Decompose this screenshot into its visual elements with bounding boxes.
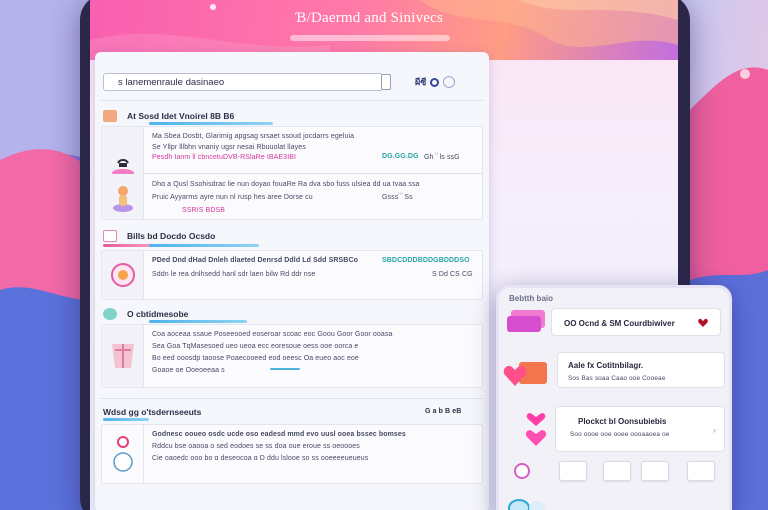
tile-button[interactable] xyxy=(641,461,669,481)
list-item[interactable]: Ma Sbea Dosbt, Glarimig apgsag srsaet ss… xyxy=(101,126,483,220)
figure-icon xyxy=(112,185,133,212)
row-title: Coa aoceaa ssaue Poseeooed eoseroar scoa… xyxy=(152,331,393,338)
row-badge: DG.GG.DG xyxy=(382,153,419,160)
phone-card-sub: Sos Bas soaa Caao ooe Cooeae xyxy=(568,375,666,382)
section-progress xyxy=(149,320,247,323)
gift-icon xyxy=(111,344,134,368)
chevron-right-icon[interactable]: › xyxy=(713,425,716,435)
search-input-value: s lanemenraule dasinaeo xyxy=(118,76,225,88)
row-title: Dhɑ a Qusl Ssohisdrac lie nun doyao foua… xyxy=(152,181,420,188)
search-input[interactable]: s lanemenraule dasinaeo xyxy=(103,73,383,91)
row-subtitle: Se Yllpr lllbhn vnaniy ugsr nesai Rbuuol… xyxy=(152,144,306,151)
app-subtitle-bar xyxy=(290,35,450,41)
record-icon[interactable] xyxy=(513,462,531,480)
section-title: Bills bd Docdo Ocsdo xyxy=(127,231,216,241)
phone-card-title: Plockct bl Oonsubiebis xyxy=(578,417,667,426)
badge-icon xyxy=(110,263,135,287)
row-footer: Goaoe oe Ooeoeeaa s xyxy=(152,367,225,374)
row-subtitle: Pruic Ayyarms ayre nun nl rusp hes aree … xyxy=(152,194,313,201)
row-meta: Bo eed ooosdp taoose Poaecooeed eod oees… xyxy=(152,355,359,362)
divider xyxy=(101,100,483,101)
list-item[interactable]: PDed Dnd dHad Dnleh dlaeted Denrsd Ddld … xyxy=(101,250,483,300)
settings-icon[interactable] xyxy=(443,76,456,88)
tile-button[interactable] xyxy=(687,461,715,481)
phone-label: Bebtth baio xyxy=(509,294,553,303)
bubble-icon xyxy=(508,499,545,510)
content-panel: s lanemenraule dasinaeo ผีซี At Sosd Ide… xyxy=(95,52,489,510)
tools-label[interactable]: ผีซี xyxy=(415,75,426,89)
tile-button[interactable] xyxy=(559,461,587,481)
row-indicator xyxy=(270,368,300,370)
phone-card-sub: Soo oooe ooe ooee oooaaoea oe xyxy=(570,431,670,438)
app-title: Ɓ/Daermd and Sinivecs xyxy=(295,10,444,26)
row-subtitle: Sea Goa TqMasesoed ueo ueoa ecc eoresoue… xyxy=(152,343,359,350)
heart-stack-icon xyxy=(525,413,547,446)
heart-icon[interactable] xyxy=(698,318,708,328)
row-badge: SBDCDDDBDDGBDDDSO xyxy=(382,257,470,264)
row-title: Godnesc ooueo osdc ucde oso eadesd mmd e… xyxy=(152,431,406,438)
section-meta: G a b B eB xyxy=(425,408,462,415)
section-progress xyxy=(103,418,149,421)
row-meta: SSRIS BDSB xyxy=(182,207,226,214)
list-item[interactable]: Godnesc ooueo osdc ucde oso eadesd mmd e… xyxy=(101,424,483,484)
hearts-icon xyxy=(503,362,547,386)
alert-icon xyxy=(112,436,133,472)
section-progress xyxy=(149,244,259,247)
row-thumbnail xyxy=(102,174,144,219)
row-meta: Pesdh Ianm ll cbncetuDVB-RSlaRe IBAE3IBI xyxy=(152,154,297,161)
row-title: Ma Sbea Dosbt, Glarimig apgsag srsaet ss… xyxy=(152,133,355,140)
filter-icon[interactable] xyxy=(430,77,440,87)
row-thumbnail xyxy=(102,325,144,387)
row-thumbnail xyxy=(102,425,144,483)
people-icon xyxy=(103,308,117,320)
row-title: PDed Dnd dHad Dnleh dlaeted Denrsd Ddld … xyxy=(152,257,358,264)
row-meta: Cie oaoedc ooo bo ɑ deseocoa ɑ D ddu lsl… xyxy=(152,455,369,462)
section-title: O cbtidmesobe xyxy=(127,309,189,319)
search-bar: s lanemenraule dasinaeo ผีซี xyxy=(103,72,483,92)
divider xyxy=(101,398,483,399)
section-title: Wdsd gg o'tsdernseeuts xyxy=(103,407,202,417)
list-item[interactable]: Coa aoceaa ssaue Poseeooed eoseroar scoa… xyxy=(101,324,483,388)
phone-card[interactable]: OO Ocnd & SM Courdbiwiver xyxy=(551,308,721,336)
phone-card[interactable]: Plockct bl Oonsubiebis Soo oooe ooe ooee… xyxy=(555,406,725,452)
section-header: Bills bd Docdo Ocsdo xyxy=(103,228,215,244)
section-title: At Sosd Idet Vnoirel 8B B6 xyxy=(127,111,235,121)
row-trail: Gh ꙶ ꙶ ls ssG xyxy=(424,154,460,161)
row-trail: Gsssꙶ ꙶ ꙶ Ss xyxy=(382,194,413,201)
search-tools: ผีซี xyxy=(415,75,456,89)
phone-card[interactable]: Aale fx Cotitnbilagr. Sos Bas soaa Caao … xyxy=(557,352,725,388)
sparkle-icon xyxy=(210,4,216,10)
ticket-icon xyxy=(507,310,545,332)
row-subtitle: Sddn le rea dnlhsedd hanl sdr laen bilw … xyxy=(152,271,316,278)
section-progress xyxy=(149,122,273,125)
phone-mockup: Bebtth baio OO Ocnd & SM Courdbiwiver Aa… xyxy=(496,285,732,510)
row-trail: S Dd CS CG xyxy=(432,271,473,278)
search-button[interactable] xyxy=(381,74,391,90)
phone-card-title: Aale fx Cotitnbilagr. xyxy=(568,361,644,370)
hero-banner: Ɓ/Daermd and Sinivecs xyxy=(90,0,678,60)
row-thumbnail xyxy=(102,251,144,299)
phone-card-title: OO Ocnd & SM Courdbiwiver xyxy=(564,319,675,328)
folder-icon xyxy=(103,110,117,122)
tag-icon xyxy=(103,230,117,242)
row-subtitle: Rddcu bse oaooa o sed eodoes se ss doa o… xyxy=(152,443,360,450)
tile-button[interactable] xyxy=(603,461,631,481)
row-divider xyxy=(144,173,482,174)
